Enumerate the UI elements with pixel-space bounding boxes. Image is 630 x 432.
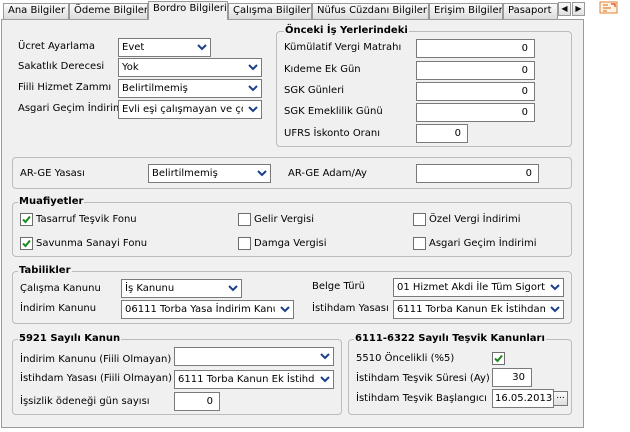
tab-pasaport[interactable]: Pasaport [503,3,558,19]
sakatlik-select[interactable]: Yok [118,58,262,77]
ucret-ayarlama-label: Ücret Ayarlama [18,41,96,52]
istihdam-fiili-olmayan-value: 6111 Torba Kanun Ek İstihda [178,374,315,385]
sakatlik-value: Yok [122,62,139,73]
tab-ana-bilgiler[interactable]: Ana Bilgiler [3,3,69,19]
asgari-gecim-value: Evli eşi çalışmayan ve ço [122,104,243,115]
date-picker-button[interactable]: ... [553,391,568,406]
sgk-emeklilik-input[interactable]: 0 [416,103,535,122]
istihdam-yasasi-select[interactable]: 6111 Torba Kanun Ek İstihdam T [393,300,564,319]
form-tool-icon[interactable] [599,1,619,18]
sgk-gunleri-label: SGK Günleri [284,85,345,96]
tab-scroll-left-button[interactable]: ◀ [558,2,571,16]
chevron-down-icon[interactable] [245,60,260,75]
kanun-6111-6322-title: 6111-6322 Sayılı Teşvik Kanunları [354,333,546,345]
kideme-ek-label: Kıdeme Ek Gün [284,64,361,75]
ufrs-label: UFRS İskonto Oranı [284,128,381,139]
ucret-ayarlama-value: Evet [122,42,145,53]
calisma-kanunu-select[interactable]: İş Kanunu [121,279,242,298]
savunma-sanayi-label: Savunma Sanayi Fonu [36,238,148,249]
oncelikli-label: 5510 Öncelikli (%5) [356,353,455,364]
chevron-down-icon[interactable] [194,40,209,55]
asgari-gecim-indirimi-label: Asgari Geçim İndirimi [429,238,537,249]
tesvik-suresi-input[interactable]: 30 [492,368,532,387]
savunma-sanayi-checkbox[interactable] [20,237,33,250]
calisma-kanunu-label: Çalışma Kanunu [20,283,101,294]
istihdam-fiili-olmayan-select[interactable]: 6111 Torba Kanun Ek İstihda [174,370,334,389]
ozel-vergi-label: Özel Vergi İndirimi [429,214,521,225]
checkmark-icon [22,215,31,224]
chevron-down-icon[interactable] [225,281,240,296]
tasarruf-tesvik-checkbox[interactable] [20,213,33,226]
tab-strip: Ana Bilgiler Ödeme Bilgileri Bordro Bilg… [0,0,590,20]
indirim-kanunu-select[interactable]: 06111 Torba Yasa İndirim Kanu [121,300,294,319]
tesvik-suresi-label: İstihdam Teşvik Süresi (Ay) [356,373,490,384]
tesvik-baslangic-input[interactable]: 16.05.2013 [492,389,554,408]
arge-yasasi-label: AR-GE Yasası [20,168,85,179]
sakatlik-label: Sakatlık Derecesi [18,61,105,72]
tesvik-baslangic-label: İstihdam Teşvik Başlangıcı [356,393,487,404]
issizlik-odenegi-input[interactable]: 0 [174,392,220,411]
chevron-down-icon[interactable] [277,302,292,317]
tab-odeme-bilgileri[interactable]: Ödeme Bilgileri [69,3,148,19]
gelir-vergisi-checkbox[interactable] [238,213,251,226]
arge-yasasi-select[interactable]: Belirtilmemiş [148,164,271,183]
ozel-vergi-checkbox[interactable] [413,213,426,226]
indirim-kanunu-value: 06111 Torba Yasa İndirim Kanu [125,304,275,315]
tab-bordro-bilgileri[interactable]: Bordro Bilgileri [148,1,228,20]
chevron-down-icon[interactable] [245,81,260,96]
indirim-fiili-olmayan-select[interactable] [174,347,334,366]
belge-turu-select[interactable]: 01 Hizmet Akdi İle Tüm Sigorta Ko [393,278,564,297]
asgari-gecim-select[interactable]: Evli eşi çalışmayan ve ço [118,100,262,119]
muafiyetler-title: Muafiyetler [18,196,85,208]
tasarruf-tesvik-label: Tasarruf Teşvik Fonu [36,214,137,225]
tabilikler-title: Tabilikler [18,265,72,277]
tab-calisma-bilgileri[interactable]: Çalışma Bilgileri [228,3,312,19]
tab-nufus-cuzdani-bilgileri[interactable]: Nüfus Cüzdanı Bilgileri [312,3,429,19]
calisma-kanunu-value: İş Kanunu [125,283,175,294]
asgari-gecim-indirimi-checkbox[interactable] [413,237,426,250]
asgari-gecim-label: Asgari Geçim İndirimi [18,103,126,114]
istihdam-yasasi-value: 6111 Torba Kanun Ek İstihdam T [397,304,545,315]
sgk-gunleri-input[interactable]: 0 [416,82,535,101]
indirim-fiili-olmayan-label: İndirim Kanunu (Fiili Olmayan) [20,354,172,365]
gelir-vergisi-label: Gelir Vergisi [254,214,315,225]
arge-yasasi-value: Belirtilmemiş [152,168,218,179]
damga-vergisi-label: Damga Vergisi [254,238,327,249]
ufrs-input[interactable]: 0 [416,124,468,143]
tab-erisim-bilgileri[interactable]: Erişim Bilgileri [429,3,503,19]
damga-vergisi-checkbox[interactable] [238,237,251,250]
onceki-isyerleri-title: Önceki İş Yerlerindeki [284,25,409,37]
indirim-kanunu-label: İndirim Kanunu [20,303,97,314]
chevron-down-icon[interactable] [547,302,562,317]
fiili-hizmet-value: Belirtilmemiş [122,83,188,94]
oncelikli-checkbox[interactable] [492,352,505,365]
chevron-down-icon[interactable] [547,280,562,295]
kideme-ek-input[interactable]: 0 [416,61,535,80]
arge-adam-ay-input[interactable]: 0 [416,164,539,183]
ucret-ayarlama-select[interactable]: Evet [118,38,211,57]
issizlik-odenegi-label: İşsizlik ödeneği gün sayısı [20,396,150,407]
checkmark-icon [22,239,31,248]
istihdam-yasasi-label: İstihdam Yasası [312,303,389,314]
chevron-down-icon[interactable] [317,349,332,364]
kumulatif-label: Kümülatif Vergi Matrahı [284,42,402,53]
belge-turu-label: Belge Türü [312,281,365,292]
istihdam-fiili-olmayan-label: İstihdam Yasası (Fiili Olmayan) [20,373,172,384]
belge-turu-value: 01 Hizmet Akdi İle Tüm Sigorta Ko [397,282,545,293]
arrow-right-icon: ▶ [575,4,582,13]
checkmark-icon [494,354,503,363]
kumulatif-input[interactable]: 0 [416,39,535,58]
fiili-hizmet-select[interactable]: Belirtilmemiş [118,79,262,98]
arge-adam-ay-label: AR-GE Adam/Ay [288,168,367,179]
sgk-emeklilik-label: SGK Emeklilik Günü [284,106,383,117]
fiili-hizmet-label: Fiili Hizmet Zammı [18,82,112,93]
bordro-panel: Ücret Ayarlama Evet Sakatlık Derecesi Yo… [1,19,584,428]
tab-scroll-right-button[interactable]: ▶ [572,2,585,16]
arrow-left-icon: ◀ [561,4,568,13]
chevron-down-icon[interactable] [254,166,269,181]
chevron-down-icon[interactable] [245,102,260,117]
kanun-5921-title: 5921 Sayılı Kanun [18,333,122,345]
chevron-down-icon[interactable] [317,372,332,387]
